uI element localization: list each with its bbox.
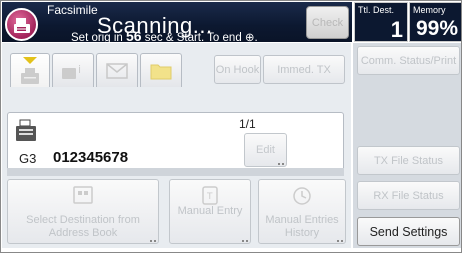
tx-file-status-button[interactable]: TX File Status <box>357 146 460 175</box>
select-destination-label: Select Destination from Address Book <box>26 214 140 239</box>
destination-number: 012345678 <box>53 149 129 166</box>
ttl-dest-value: 1 <box>390 17 403 42</box>
envelope-icon <box>106 62 128 79</box>
destination-scrollbar <box>7 168 344 176</box>
address-book-icon <box>73 186 93 204</box>
fax-screen: Facsimile Scanning... Set orig in 56 sec… <box>0 0 462 253</box>
keypad-icon: T <box>202 186 218 205</box>
memory-value: 99% <box>415 17 458 40</box>
manual-entry-button[interactable]: T Manual Entry <box>169 179 251 244</box>
check-button[interactable]: Check <box>306 6 349 39</box>
on-hook-button[interactable]: On Hook <box>214 55 261 84</box>
scan-instruction: Set orig in 56 sec & Start. To end ⊕. <box>71 28 258 44</box>
ttl-dest-label: Ttl. Dest. <box>358 5 395 15</box>
tab-email[interactable] <box>96 53 138 87</box>
memory-label: Memory <box>413 5 446 15</box>
transmission-mode: G3 <box>19 151 37 166</box>
manual-entries-history-label: Manual Entries History <box>265 214 339 239</box>
manual-entry-label: Manual Entry <box>177 205 243 217</box>
svg-text:i: i <box>78 63 81 76</box>
manual-entries-history-button[interactable]: Manual Entries History <box>258 179 346 244</box>
svg-text:T: T <box>206 192 213 202</box>
fax-app-icon <box>5 8 38 41</box>
select-destination-button[interactable]: Select Destination from Address Book <box>7 179 159 244</box>
remaining-seconds: 56 <box>125 28 142 44</box>
tab-fax-destination[interactable] <box>10 53 50 87</box>
comm-status-print-button[interactable]: Comm. Status/Print <box>357 46 460 75</box>
tab-folder[interactable] <box>140 53 182 87</box>
immed-tx-button[interactable]: Immed. TX <box>263 55 345 84</box>
page-count: 1/1 <box>239 117 256 131</box>
folder-icon <box>150 64 172 79</box>
total-destinations-counter: Ttl. Dest. 1 <box>354 2 408 42</box>
send-settings-button[interactable]: Send Settings <box>357 217 460 246</box>
info-icon: i <box>62 63 81 79</box>
tab-info[interactable]: i <box>52 53 94 87</box>
fax-machine-icon <box>16 119 36 141</box>
history-clock-icon <box>293 187 311 205</box>
app-title: Facsimile <box>47 3 98 17</box>
fax-machine-icon <box>21 56 39 84</box>
memory-indicator: Memory 99% <box>409 2 461 42</box>
edit-button[interactable]: Edit <box>244 133 287 167</box>
status-header: Facsimile Scanning... Set orig in 56 sec… <box>2 2 352 44</box>
rx-file-status-button[interactable]: RX File Status <box>357 181 460 210</box>
